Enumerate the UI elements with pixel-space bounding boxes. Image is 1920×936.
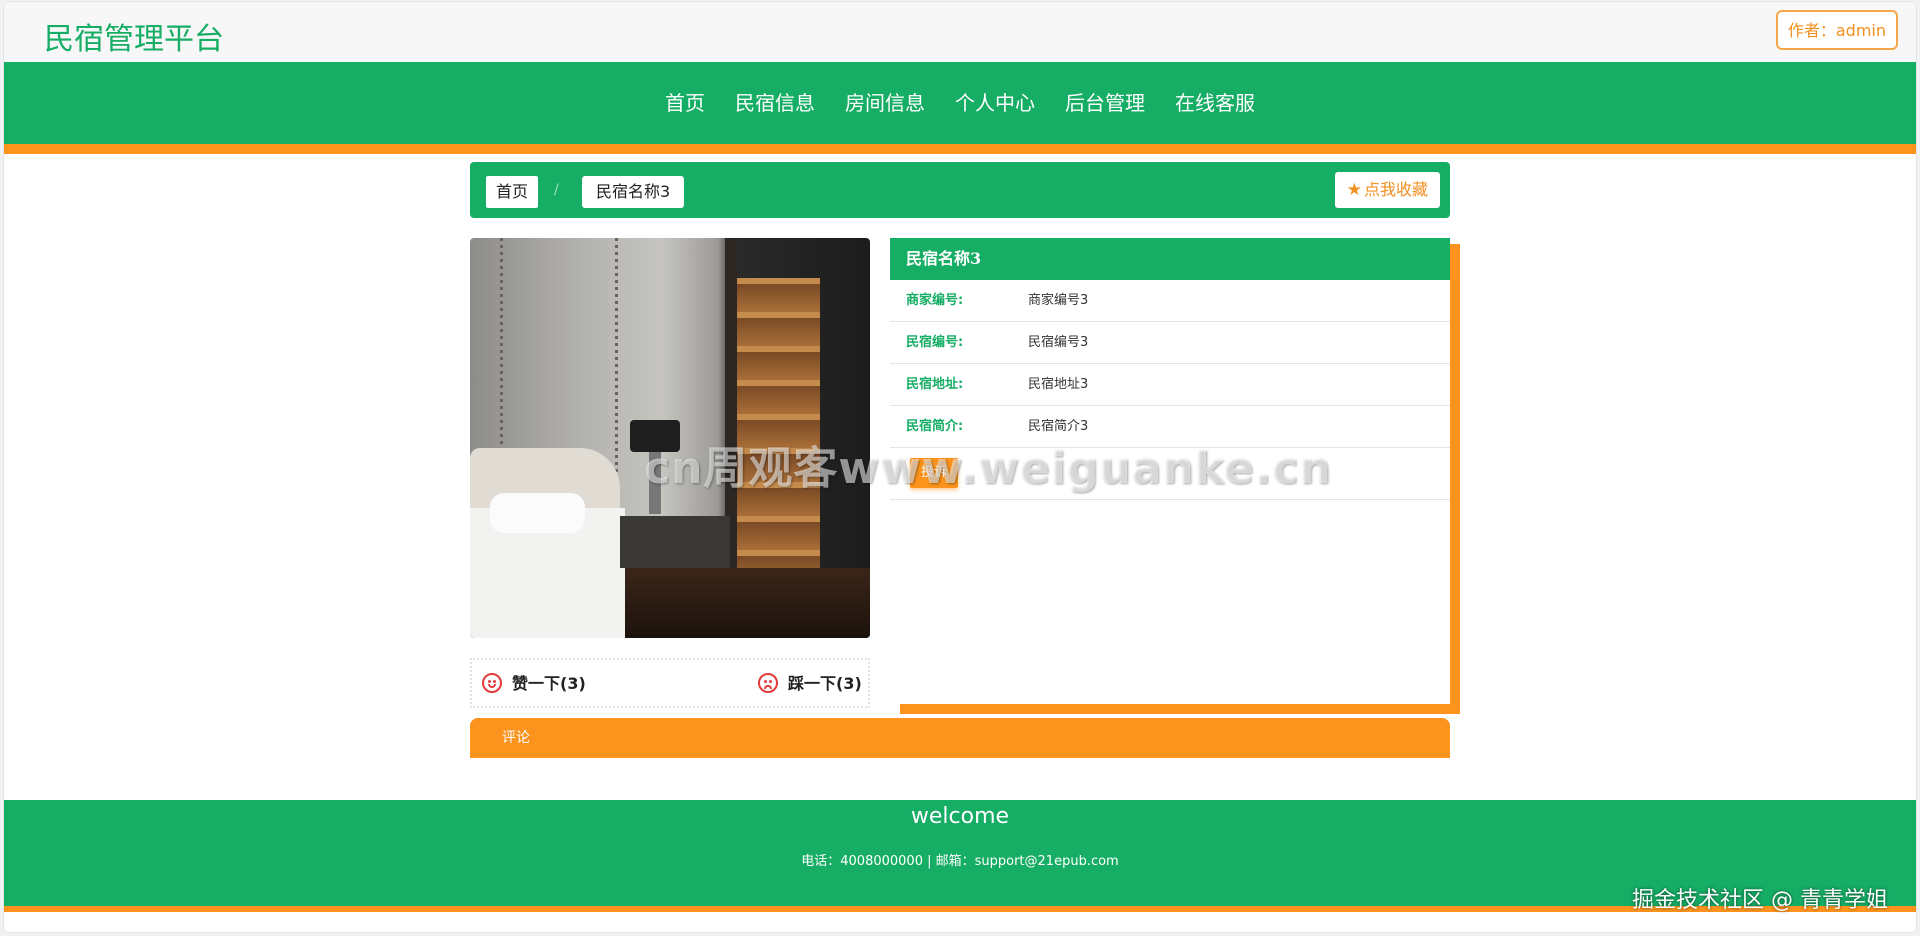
smile-icon <box>482 672 502 693</box>
favorite-button[interactable]: ★ 点我收藏 <box>1334 172 1440 208</box>
row-value: 民宿编号3 <box>1028 335 1089 350</box>
author-button[interactable]: 作者：admin <box>1775 10 1898 50</box>
detail-row-merchant-id: 商家编号: 商家编号3 <box>890 280 1450 322</box>
footer-title: welcome <box>910 804 1010 829</box>
dislike-button[interactable]: 踩一下(3) <box>758 670 862 698</box>
vote-bar: 赞一下(3) 踩一下(3) <box>470 658 870 708</box>
row-label: 商家编号: <box>906 293 964 308</box>
row-value: 商家编号3 <box>1028 293 1089 308</box>
frown-icon <box>758 672 778 693</box>
nav-item-online-service[interactable]: 在线客服 <box>1175 62 1255 144</box>
dislike-label: 踩一下(3) <box>788 674 862 693</box>
star-icon: ★ <box>1346 180 1362 200</box>
detail-row-address: 民宿地址: 民宿地址3 <box>890 364 1450 406</box>
top-bar: 民宿管理平台 作者：admin <box>4 2 1916 62</box>
breadcrumb-current: 民宿名称3 <box>582 176 685 208</box>
row-label: 民宿地址: <box>906 377 964 392</box>
favorite-label: 点我收藏 <box>1363 180 1428 199</box>
row-value: 民宿地址3 <box>1028 377 1089 392</box>
footer: welcome 电话：4008000000 | 邮箱：support@21epu… <box>4 800 1916 912</box>
nightstand-decor <box>620 516 730 568</box>
like-button[interactable]: 赞一下(3) <box>482 670 586 698</box>
nav-item-homestay-info[interactable]: 民宿信息 <box>735 62 815 144</box>
nav-items: 首页 民宿信息 房间信息 个人中心 后台管理 在线客服 <box>4 62 1916 144</box>
nav-item-home[interactable]: 首页 <box>665 62 705 144</box>
breadcrumb-home[interactable]: 首页 <box>486 176 539 208</box>
detail-title: 民宿名称3 <box>890 238 1450 280</box>
nav-item-admin[interactable]: 后台管理 <box>1065 62 1145 144</box>
detail-row-homestay-id: 民宿编号: 民宿编号3 <box>890 322 1450 364</box>
breadcrumb-separator: / <box>554 182 559 198</box>
nav-item-room-info[interactable]: 房间信息 <box>845 62 925 144</box>
breadcrumb: 首页 / 民宿名称3 ★ 点我收藏 <box>470 162 1450 218</box>
footer-contact: 电话：4008000000 | 邮箱：support@21epub.com <box>801 854 1119 869</box>
page-frame: 民宿管理平台 作者：admin 首页 民宿信息 房间信息 个人中心 后台管理 在… <box>4 2 1916 932</box>
nav-item-personal-center[interactable]: 个人中心 <box>955 62 1035 144</box>
credit-text: 掘金技术社区 @ 青青学姐 <box>1632 888 1888 913</box>
like-label: 赞一下(3) <box>512 674 586 693</box>
comments-tab[interactable]: 评论 <box>470 718 1450 758</box>
main-nav: 首页 民宿信息 房间信息 个人中心 后台管理 在线客服 <box>4 62 1916 154</box>
pillow-decor <box>490 493 585 533</box>
watermark-text: cn周观客www.weiguanke.cn <box>644 443 1332 494</box>
site-title: 民宿管理平台 <box>44 22 224 57</box>
row-label: 民宿编号: <box>906 335 964 350</box>
